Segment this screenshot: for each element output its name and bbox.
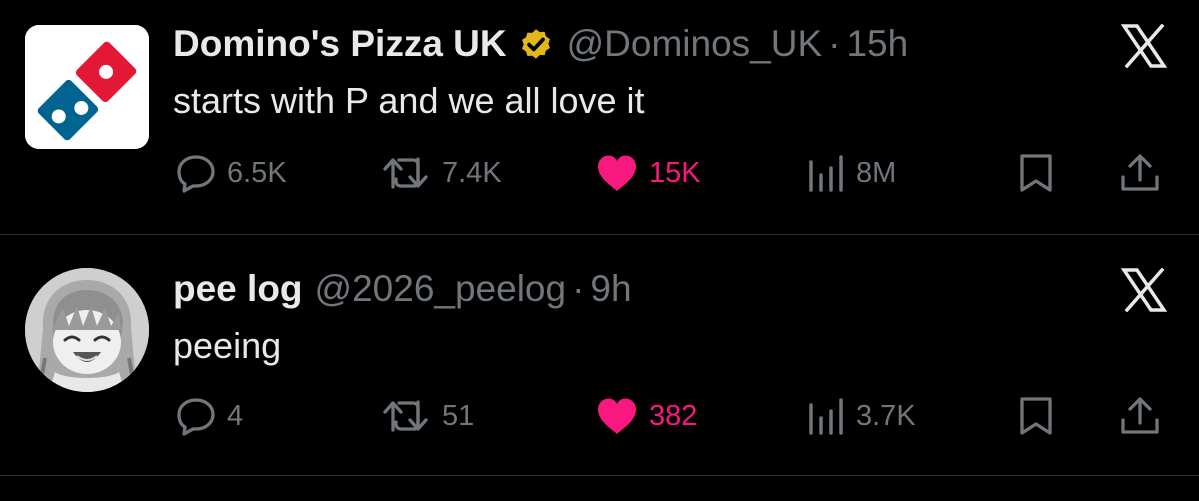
display-name[interactable]: Domino's Pizza UK bbox=[173, 22, 507, 66]
tweet-card[interactable]: pee log @2026_peelog · 9h peeing 4 51 38… bbox=[0, 235, 1199, 475]
repost-count: 7.4K bbox=[442, 156, 502, 189]
views-chart-icon bbox=[809, 398, 843, 435]
repost-icon bbox=[383, 157, 428, 189]
display-name[interactable]: pee log bbox=[173, 267, 303, 311]
share-button[interactable] bbox=[1118, 150, 1162, 196]
repost-button[interactable]: 7.4K bbox=[382, 150, 502, 196]
like-button[interactable]: 15K bbox=[595, 150, 701, 196]
action-bar: 4 51 382 3.7K bbox=[0, 393, 1199, 439]
views-chart-icon bbox=[809, 155, 843, 192]
timestamp[interactable]: 9h bbox=[590, 267, 631, 311]
bookmark-icon bbox=[1020, 154, 1052, 192]
action-bar: 6.5K 7.4K 15K 8M bbox=[0, 150, 1199, 196]
x-logo-icon[interactable] bbox=[1118, 264, 1170, 316]
dominos-logo-icon[interactable] bbox=[25, 25, 149, 149]
reply-icon bbox=[177, 398, 215, 436]
bookmark-icon bbox=[1020, 397, 1052, 435]
tweet-divider bbox=[0, 475, 1199, 476]
tweet-header: Domino's Pizza UK @Dominos_UK · 15h bbox=[173, 22, 908, 66]
tweet-header: pee log @2026_peelog · 9h bbox=[173, 267, 632, 311]
reply-count: 6.5K bbox=[227, 156, 287, 189]
view-count: 8M bbox=[856, 156, 897, 189]
like-count: 382 bbox=[649, 399, 698, 432]
share-icon bbox=[1121, 154, 1159, 191]
heart-icon bbox=[598, 155, 636, 191]
separator-dot: · bbox=[828, 23, 841, 64]
views-button[interactable]: 3.7K bbox=[806, 393, 916, 439]
x-logo-icon[interactable] bbox=[1118, 20, 1170, 72]
tweet-card[interactable]: Domino's Pizza UK @Dominos_UK · 15h star… bbox=[0, 0, 1199, 234]
reply-icon bbox=[177, 155, 215, 193]
anime-girl-avatar-icon[interactable] bbox=[25, 268, 149, 392]
repost-count: 51 bbox=[442, 399, 475, 432]
user-handle[interactable]: @2026_peelog bbox=[315, 267, 567, 311]
share-icon bbox=[1121, 397, 1159, 434]
verified-badge-icon bbox=[517, 25, 555, 63]
like-count: 15K bbox=[649, 156, 701, 189]
heart-icon bbox=[598, 398, 636, 434]
share-button[interactable] bbox=[1118, 393, 1162, 439]
timestamp[interactable]: 15h bbox=[846, 22, 908, 66]
views-button[interactable]: 8M bbox=[806, 150, 896, 196]
separator-dot: · bbox=[572, 268, 585, 309]
reply-button[interactable]: 6.5K bbox=[175, 150, 287, 196]
view-count: 3.7K bbox=[856, 399, 916, 432]
user-handle[interactable]: @Dominos_UK bbox=[567, 22, 823, 66]
tweet-text: starts with P and we all love it bbox=[173, 80, 645, 121]
tweet-text: peeing bbox=[173, 325, 282, 366]
bookmark-button[interactable] bbox=[1016, 393, 1056, 439]
repost-button[interactable]: 51 bbox=[382, 393, 474, 439]
reply-button[interactable]: 4 bbox=[175, 393, 243, 439]
like-button[interactable]: 382 bbox=[595, 393, 697, 439]
repost-icon bbox=[383, 400, 428, 432]
bookmark-button[interactable] bbox=[1016, 150, 1056, 196]
reply-count: 4 bbox=[227, 399, 244, 432]
